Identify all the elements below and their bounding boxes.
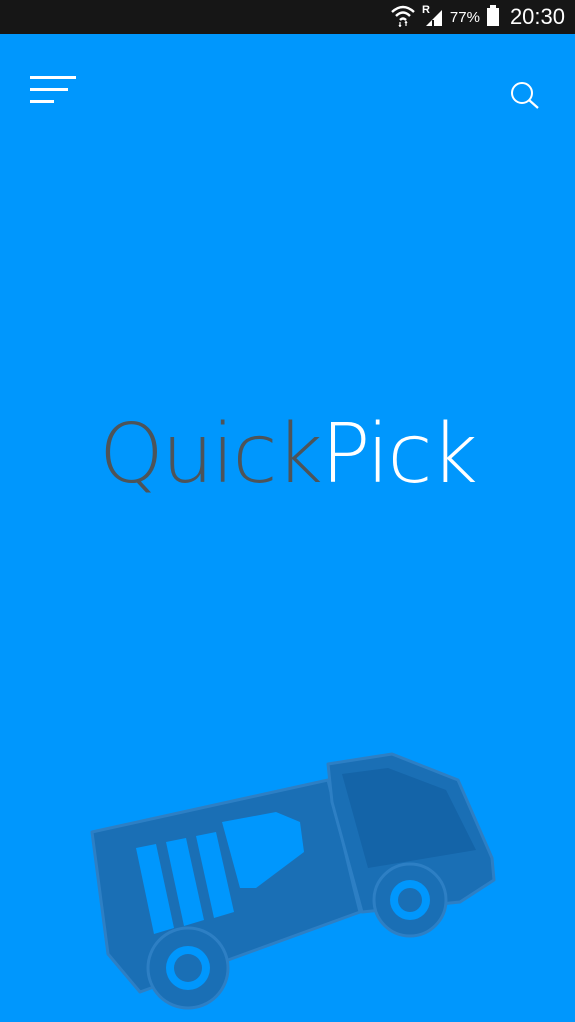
logo-quick-text: Quick bbox=[99, 407, 323, 502]
status-icons: R 77% 20:30 bbox=[390, 0, 565, 34]
wifi-icon bbox=[390, 3, 416, 31]
battery-percent: 77% bbox=[449, 8, 480, 26]
battery-icon bbox=[486, 3, 500, 31]
status-bar: R 77% 20:30 bbox=[0, 0, 575, 34]
splash-screen: R 77% 20:30 QuickPick bbox=[0, 0, 575, 1022]
clock: 20:30 bbox=[509, 4, 565, 29]
logo-pick-text: Pick bbox=[320, 407, 478, 502]
carrier-badge: R bbox=[422, 4, 430, 16]
search-icon bbox=[511, 82, 539, 109]
app-logo: QuickPick bbox=[0, 405, 575, 505]
search-button[interactable] bbox=[505, 78, 543, 112]
menu-button[interactable] bbox=[30, 74, 78, 110]
delivery-truck-icon bbox=[90, 752, 496, 1010]
signal-icon: R bbox=[422, 3, 444, 31]
